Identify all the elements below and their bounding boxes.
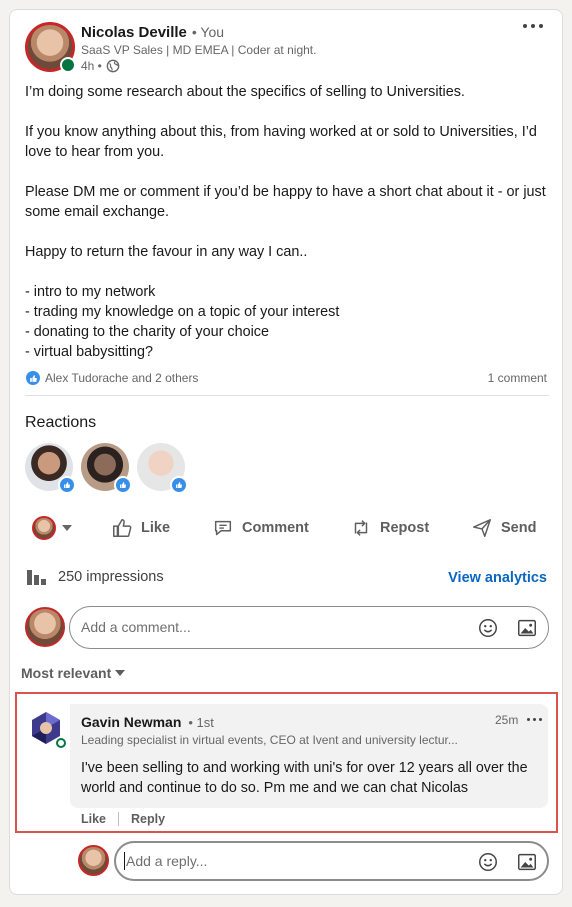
globe-icon <box>106 59 120 73</box>
comment-icon <box>214 520 232 536</box>
commenter-name[interactable]: Gavin Newman <box>81 714 181 730</box>
online-status-dot <box>56 738 66 748</box>
like-reaction-icon <box>170 476 188 494</box>
comment-count[interactable]: 1 comment <box>488 371 547 385</box>
comment-bubble: Gavin Newman • 1st 25m Leading specialis… <box>70 704 548 808</box>
author-line: Nicolas Deville • You <box>81 24 224 41</box>
author-relation: • You <box>191 24 225 40</box>
chevron-down-icon <box>62 525 72 531</box>
post-body: I’m doing some research about the specif… <box>25 84 546 360</box>
analytics-bar-icon <box>27 570 46 585</box>
send-button[interactable]: Send <box>471 517 536 539</box>
current-user-avatar <box>78 845 109 876</box>
like-button[interactable]: Like <box>111 517 170 539</box>
current-user-avatar <box>25 607 65 647</box>
emoji-icon[interactable] <box>477 851 499 873</box>
commenter-line: Gavin Newman • 1st <box>81 714 214 730</box>
repost-button[interactable]: Repost <box>350 517 429 539</box>
commenter-degree: • 1st <box>188 715 214 730</box>
post-card: Nicolas Deville • You SaaS VP Sales | MD… <box>9 9 563 895</box>
comment-text: I've been selling to and working with un… <box>81 760 528 796</box>
more-options-icon[interactable] <box>523 24 543 28</box>
post-time: 4h • <box>81 59 102 73</box>
like-reaction-icon <box>26 371 40 385</box>
like-label: Like <box>141 520 171 536</box>
reply-input-box[interactable]: Add a reply... <box>114 841 549 881</box>
author-headline: SaaS VP Sales | MD EMEA | Coder at night… <box>81 43 317 57</box>
text-cursor <box>124 852 125 870</box>
repost-icon <box>354 520 368 536</box>
send-icon <box>473 519 491 537</box>
like-reaction-icon <box>58 476 76 494</box>
sort-dropdown[interactable]: Most relevant <box>21 665 126 681</box>
comment-reply-button[interactable]: Reply <box>131 812 165 826</box>
comment-label: Comment <box>242 520 309 536</box>
impressions-row: 250 impressions <box>26 568 164 586</box>
comment-like-button[interactable]: Like <box>81 812 106 826</box>
send-label: Send <box>501 520 537 536</box>
post-meta: 4h • <box>81 59 120 73</box>
actor-avatar <box>32 516 56 540</box>
reactions-summary[interactable]: Alex Tudorache and 2 others <box>26 371 198 385</box>
impressions-text: 250 impressions <box>58 569 164 585</box>
image-icon[interactable] <box>516 851 538 873</box>
comment-more-icon[interactable] <box>527 718 542 721</box>
comment-actions: Like Reply <box>81 812 165 826</box>
author-name[interactable]: Nicolas Deville <box>81 24 187 41</box>
sort-label: Most relevant <box>21 665 112 681</box>
reactions-summary-text: Alex Tudorache and 2 others <box>45 371 199 385</box>
commenter-headline: Leading specialist in virtual events, CE… <box>81 733 458 747</box>
like-reaction-icon <box>114 476 132 494</box>
comment-time: 25m <box>495 713 519 727</box>
view-analytics-link[interactable]: View analytics <box>448 570 547 586</box>
actor-selector[interactable] <box>32 516 72 540</box>
comment-input-box[interactable]: Add a comment... <box>69 606 549 649</box>
divider <box>25 395 549 396</box>
emoji-icon[interactable] <box>477 617 499 639</box>
thumbs-up-icon <box>113 519 132 537</box>
comment-button[interactable]: Comment <box>212 517 309 539</box>
repost-label: Repost <box>380 520 430 536</box>
comment-input[interactable]: Add a comment... <box>81 619 191 635</box>
image-icon[interactable] <box>516 617 538 639</box>
reply-input[interactable]: Add a reply... <box>126 853 207 869</box>
online-status-dot <box>60 57 76 73</box>
chevron-down-icon <box>115 670 126 676</box>
divider <box>118 812 120 826</box>
reactions-heading: Reactions <box>25 414 97 431</box>
